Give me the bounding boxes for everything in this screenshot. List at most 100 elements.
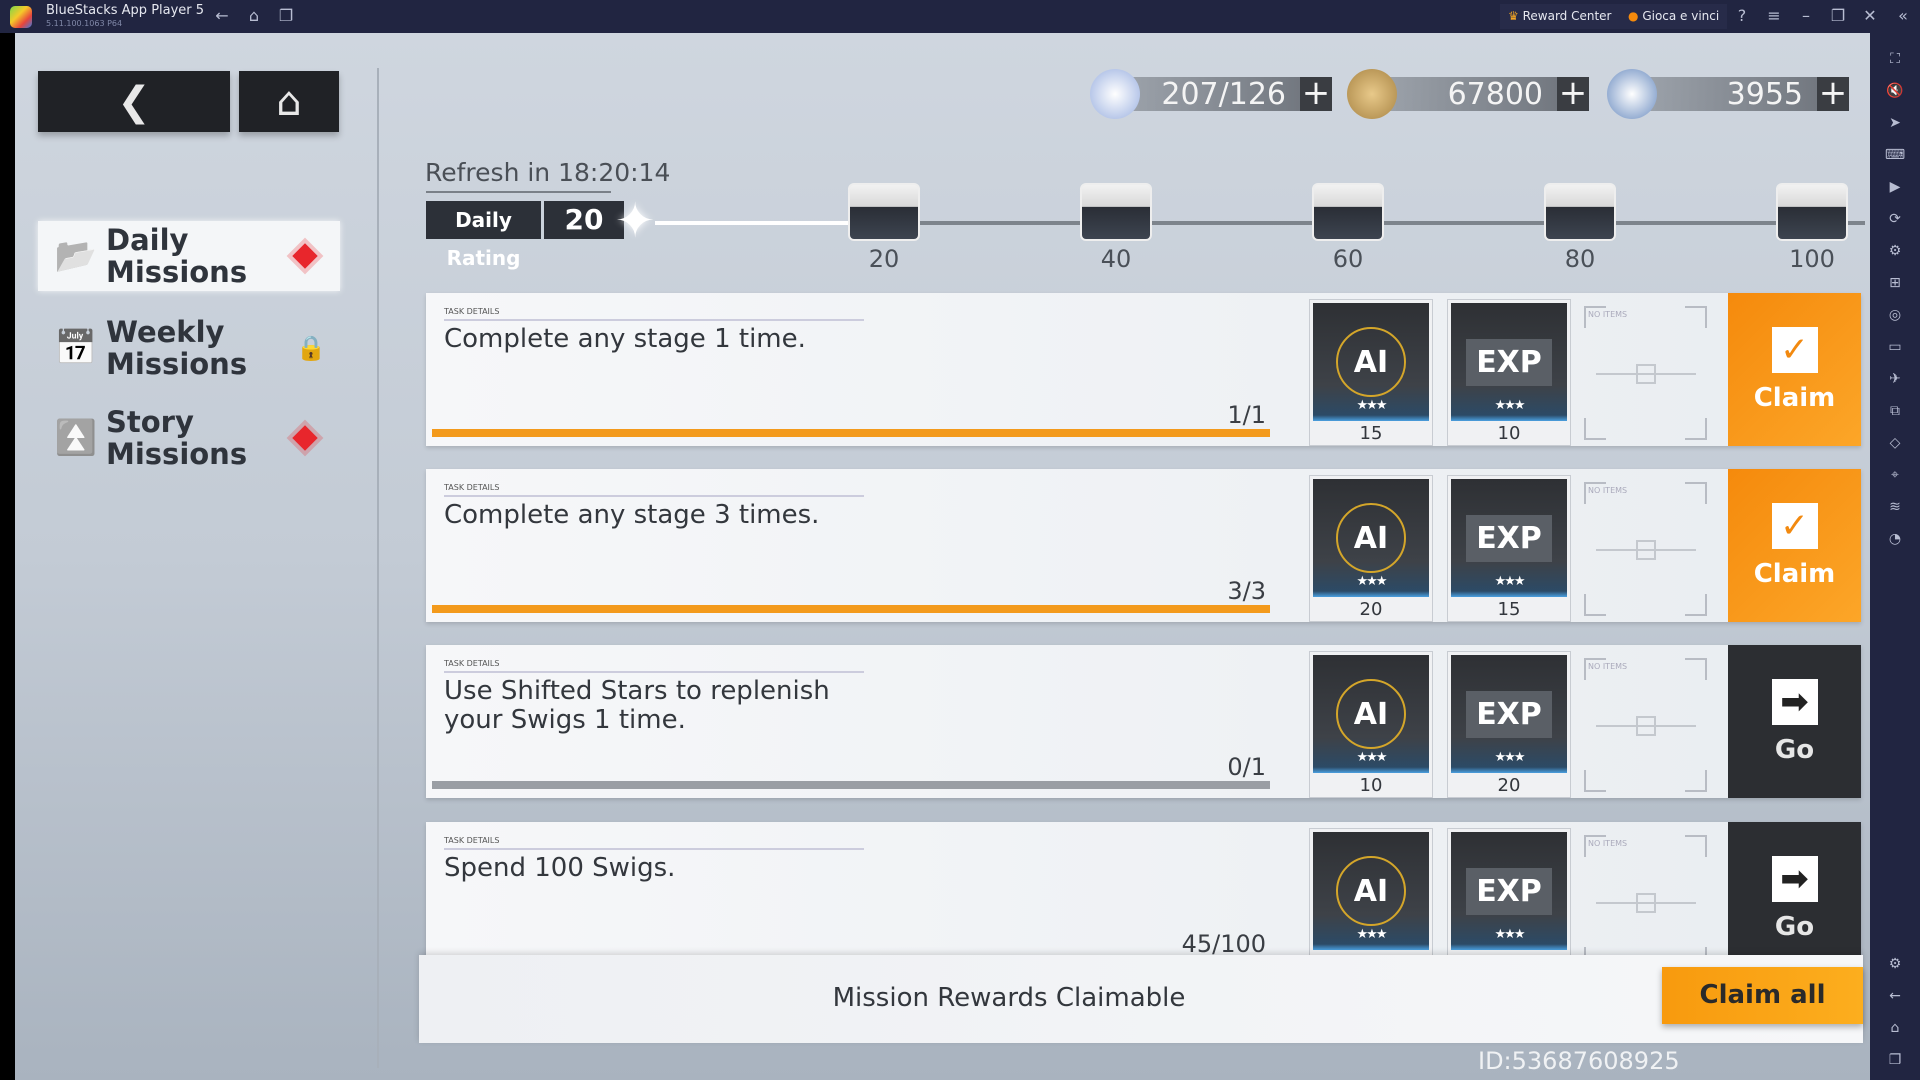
settings-icon[interactable]: ⚙ (1884, 953, 1906, 975)
rarity-stars: ★★★ (1356, 750, 1388, 765)
reward-item-badge[interactable]: AI ★★★ 15 (1309, 299, 1433, 446)
close-icon[interactable]: ✕ (1860, 6, 1880, 25)
arrow-right-icon: ➡ (1771, 678, 1818, 725)
home-icon[interactable]: ⌂ (244, 6, 264, 25)
milestone-chest[interactable]: 60 (1303, 183, 1393, 273)
home-button[interactable]: ⌂ (239, 71, 339, 132)
currency-coin: 67800 + (1369, 76, 1589, 112)
rarity-stars: ★★★ (1356, 574, 1388, 589)
sparkle-icon: ✦ (615, 193, 656, 249)
empty-reward-slot: NO ITEMS (1583, 481, 1708, 617)
empty-reward-slot: NO ITEMS (1583, 305, 1708, 441)
keyboard-icon[interactable]: ⌨ (1884, 144, 1906, 166)
mission-progress-count: 45/100 (1181, 930, 1266, 958)
back-arrow-icon[interactable]: ← (212, 6, 232, 25)
reward-quantity: 15 (1497, 599, 1521, 620)
milestone-chest[interactable]: 100 (1767, 183, 1857, 273)
currency-value: 3955 (1726, 76, 1803, 112)
chevron-left-icon: ❮ (117, 78, 151, 125)
go-button[interactable]: ➡ Go (1728, 645, 1861, 798)
volume-mute-icon[interactable]: 🔇 (1884, 80, 1906, 102)
reward-item-exp[interactable]: EXP★★★10 (1447, 299, 1571, 446)
refresh-divider (426, 191, 611, 193)
eraser-icon[interactable]: ◇ (1884, 432, 1906, 454)
mission-progress-bar (432, 605, 1270, 613)
help-icon[interactable]: ? (1732, 6, 1752, 25)
coin-icon: ● (1628, 9, 1639, 23)
rarity-stars: ★★★ (1494, 398, 1526, 413)
airplane-icon[interactable]: ✈ (1884, 368, 1906, 390)
checkmark-icon: ✓ (1771, 502, 1818, 549)
nav-item-daily-missions[interactable]: 📂 Daily Missions (38, 221, 340, 291)
milestone-chest[interactable]: 80 (1535, 183, 1625, 273)
daily-rating-label: Daily Rating (426, 201, 541, 270)
task-details-tag: TASK DETAILS (444, 483, 864, 497)
pointer-icon[interactable]: ➤ (1884, 112, 1906, 134)
milestone-chest[interactable]: 40 (1071, 183, 1161, 273)
rarity-stars: ★★★ (1494, 927, 1526, 942)
mission-card: TASK DETAILS Spend 100 Swigs. 45/100 AI ★… (426, 822, 1861, 975)
folder-icon[interactable]: ▭ (1884, 336, 1906, 358)
rotate-icon[interactable]: ⟳ (1884, 208, 1906, 230)
reward-item-badge[interactable]: AI★★★20 (1309, 828, 1433, 975)
checkmark-icon: ✓ (1771, 326, 1818, 373)
reward-item-exp[interactable]: EXP★★★10 (1447, 828, 1571, 975)
apk-install-icon[interactable]: ⊞ (1884, 272, 1906, 294)
back-button[interactable]: ❮ (38, 71, 230, 132)
reward-item-badge[interactable]: AI★★★20 (1309, 475, 1433, 622)
multi-instance-icon[interactable]: ❐ (276, 6, 296, 25)
home-icon[interactable]: ⌂ (1884, 1017, 1906, 1039)
rarity-stars: ★★★ (1494, 574, 1526, 589)
resize-icon[interactable]: ⧉ (1884, 400, 1906, 422)
claim-button[interactable]: ✓ Claim (1728, 469, 1861, 622)
mission-description: Use Shifted Stars to replenish your Swig… (444, 676, 830, 735)
menu-icon[interactable]: ≡ (1764, 6, 1784, 25)
nav-item-label: Daily Missions (106, 223, 248, 289)
chevrons-up-icon: ⏫ (54, 418, 98, 458)
task-details-tag: TASK DETAILS (444, 836, 864, 850)
mission-card: TASK DETAILS Use Shifted Stars to replen… (426, 645, 1861, 798)
recents-icon[interactable]: ❐ (1884, 1049, 1906, 1071)
gioca-button[interactable]: ● Gioca e vinci (1620, 4, 1728, 29)
go-button[interactable]: ➡ Go (1728, 822, 1861, 975)
location-icon[interactable]: ⌖ (1884, 464, 1906, 486)
nav-item-weekly-missions[interactable]: 📅 Weekly Missions 🔒 (38, 313, 340, 383)
rating-progress-track (655, 221, 1865, 225)
restore-icon[interactable]: ❐ (1828, 6, 1848, 25)
add-currency-button[interactable]: + (1557, 76, 1589, 111)
star-crystal-icon (1607, 69, 1657, 119)
crown-icon: ♛ (1508, 9, 1519, 23)
mission-progress-count: 1/1 (1227, 401, 1266, 429)
progress-fill (432, 605, 1270, 613)
claim-all-button[interactable]: Claim all (1662, 967, 1863, 1024)
arrow-right-icon: ➡ (1771, 855, 1818, 902)
layers-icon[interactable]: ≋ (1884, 496, 1906, 518)
back-icon[interactable]: ← (1884, 985, 1906, 1007)
milestone-chest[interactable]: 20 (839, 183, 929, 273)
nav-item-label: Weekly Missions (106, 315, 248, 381)
speed-gauge-icon[interactable]: ◔ (1884, 528, 1906, 550)
rarity-stars: ★★★ (1356, 398, 1388, 413)
footer-bar: Mission Rewards Claimable Claim all (419, 955, 1863, 1043)
nav-item-story-missions[interactable]: ⏫ Story Missions (38, 403, 340, 473)
add-currency-button[interactable]: + (1300, 76, 1332, 111)
fullscreen-icon[interactable]: ⛶ (1884, 48, 1906, 70)
screenshot-icon[interactable]: ◎ (1884, 304, 1906, 326)
nav-item-label: Story Missions (106, 405, 248, 471)
chest-icon (1312, 183, 1384, 241)
bluestacks-logo (10, 6, 32, 28)
calendar-7-icon: 📅 (54, 328, 98, 368)
lock-icon: 🔒 (296, 334, 326, 362)
claim-button[interactable]: ✓ Claim (1728, 293, 1861, 446)
action-label: Claim (1753, 382, 1836, 413)
minimize-icon[interactable]: – (1796, 6, 1816, 25)
reward-item-exp[interactable]: EXP ★★★ 20 (1447, 651, 1571, 798)
reward-item-badge[interactable]: AI ★★★ 10 (1309, 651, 1433, 798)
macro-play-icon[interactable]: ▶ (1884, 176, 1906, 198)
build-icon[interactable]: ⚙ (1884, 240, 1906, 262)
add-currency-button[interactable]: + (1817, 76, 1849, 111)
reward-center-button[interactable]: ♛ Reward Center (1500, 4, 1620, 29)
milestone-label: 60 (1332, 245, 1364, 273)
collapse-sidebar-icon[interactable]: « (1893, 6, 1913, 25)
reward-item-exp[interactable]: EXP ★★★ 15 (1447, 475, 1571, 622)
